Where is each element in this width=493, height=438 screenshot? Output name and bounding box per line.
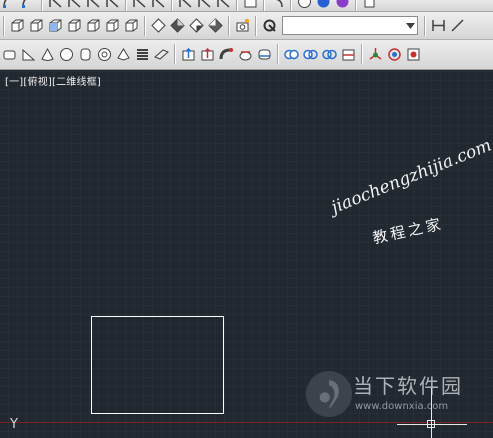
orbit-icon[interactable]: [261, 17, 278, 34]
watermark-brand: 当下软件园: [353, 374, 463, 398]
box-view-icon[interactable]: [123, 17, 140, 34]
toolbar-separator: [290, 0, 292, 11]
toolbar-separator: [41, 0, 43, 11]
undo-icon[interactable]: [269, 0, 286, 11]
dimension-icon[interactable]: [85, 0, 102, 11]
dimension-icon[interactable]: [104, 0, 121, 11]
3d-rotate-icon[interactable]: [386, 46, 403, 63]
cylinder-icon[interactable]: [77, 46, 94, 63]
arc-icon[interactable]: [20, 0, 37, 11]
toolbar-separator: [174, 44, 176, 64]
toolbar-separator: [228, 15, 230, 36]
sphere-purple-icon[interactable]: [334, 0, 351, 11]
wedge-icon[interactable]: [20, 46, 37, 63]
box-view-icon[interactable]: [9, 17, 26, 34]
toolbar-separator: [355, 0, 357, 11]
toolbar-row-2: [0, 12, 493, 40]
toolbar-separator: [361, 44, 363, 64]
presspull-icon[interactable]: [199, 46, 216, 63]
toolbar-separator: [255, 15, 257, 36]
watermark-logo-icon: [306, 371, 352, 417]
toolbar-separator: [277, 44, 279, 64]
viewport-controls-label[interactable]: [一][俯视][二维线框]: [5, 77, 101, 89]
dimension-icon[interactable]: [131, 0, 148, 11]
box-icon[interactable]: [1, 46, 18, 63]
watermark-url: www.downxia.com: [355, 401, 449, 412]
solid-shade-icon[interactable]: [169, 17, 186, 34]
arc-icon[interactable]: [1, 0, 18, 11]
crosshair-pickbox: [427, 420, 435, 428]
planar-surface-icon[interactable]: [153, 46, 170, 63]
view-selector-combo[interactable]: [282, 16, 418, 35]
box-view-icon[interactable]: [66, 17, 83, 34]
toolbar-separator: [171, 0, 173, 11]
toolbar-separator: [144, 15, 146, 36]
subtract-icon[interactable]: [302, 46, 319, 63]
3d-align-icon[interactable]: [405, 46, 422, 63]
rectangle-entity[interactable]: [91, 316, 224, 414]
box-view-icon[interactable]: [47, 17, 64, 34]
sweep-icon[interactable]: [218, 46, 235, 63]
revolve-icon[interactable]: [237, 46, 254, 63]
dimension-icon[interactable]: [66, 0, 83, 11]
torus-icon[interactable]: [96, 46, 113, 63]
toolbar-row-1: [0, 0, 493, 12]
ribbon-toolbars: [0, 0, 493, 70]
loft-icon[interactable]: [256, 46, 273, 63]
copy-icon[interactable]: [361, 0, 378, 11]
sphere-icon[interactable]: [58, 46, 75, 63]
toolbar-separator: [236, 0, 238, 11]
box-view-icon[interactable]: [28, 17, 45, 34]
pyramid-icon[interactable]: [115, 46, 132, 63]
intersect-icon[interactable]: [321, 46, 338, 63]
ucs-y-axis-label: Y: [10, 417, 18, 432]
helix-icon[interactable]: [134, 46, 151, 63]
toolbar-row-3: [0, 40, 493, 68]
chevron-down-icon[interactable]: [403, 17, 417, 34]
solid-shade-icon[interactable]: [207, 17, 224, 34]
toolbar-separator: [3, 15, 5, 36]
circle-x-icon[interactable]: [296, 0, 313, 11]
toolbar-separator: [125, 0, 127, 11]
dimension-linear-icon[interactable]: [430, 17, 447, 34]
crosshair-vertical: [431, 388, 432, 438]
drawing-canvas[interactable]: [一][俯视][二维线框] Y jiaochengzhijia.com 教程之家…: [0, 70, 493, 438]
dimension-icon[interactable]: [47, 0, 64, 11]
toolbar-separator: [263, 0, 265, 11]
dimension-icon[interactable]: [177, 0, 194, 11]
3d-move-icon[interactable]: [367, 46, 384, 63]
solid-shade-icon[interactable]: [188, 17, 205, 34]
extrude-icon[interactable]: [180, 46, 197, 63]
dimension-icon[interactable]: [215, 0, 232, 11]
slice-icon[interactable]: [340, 46, 357, 63]
dimension-aligned-icon[interactable]: [449, 17, 466, 34]
union-icon[interactable]: [283, 46, 300, 63]
dimension-icon[interactable]: [150, 0, 167, 11]
solid-shade-icon[interactable]: [150, 17, 167, 34]
camera-icon[interactable]: [234, 17, 251, 34]
sphere-blue-icon[interactable]: [315, 0, 332, 11]
box-view-icon[interactable]: [104, 17, 121, 34]
cone-icon[interactable]: [39, 46, 56, 63]
screen-icon[interactable]: [242, 0, 259, 11]
x-axis-line: [0, 422, 493, 423]
box-view-icon[interactable]: [85, 17, 102, 34]
dimension-icon[interactable]: [196, 0, 213, 11]
toolbar-separator: [424, 15, 426, 36]
